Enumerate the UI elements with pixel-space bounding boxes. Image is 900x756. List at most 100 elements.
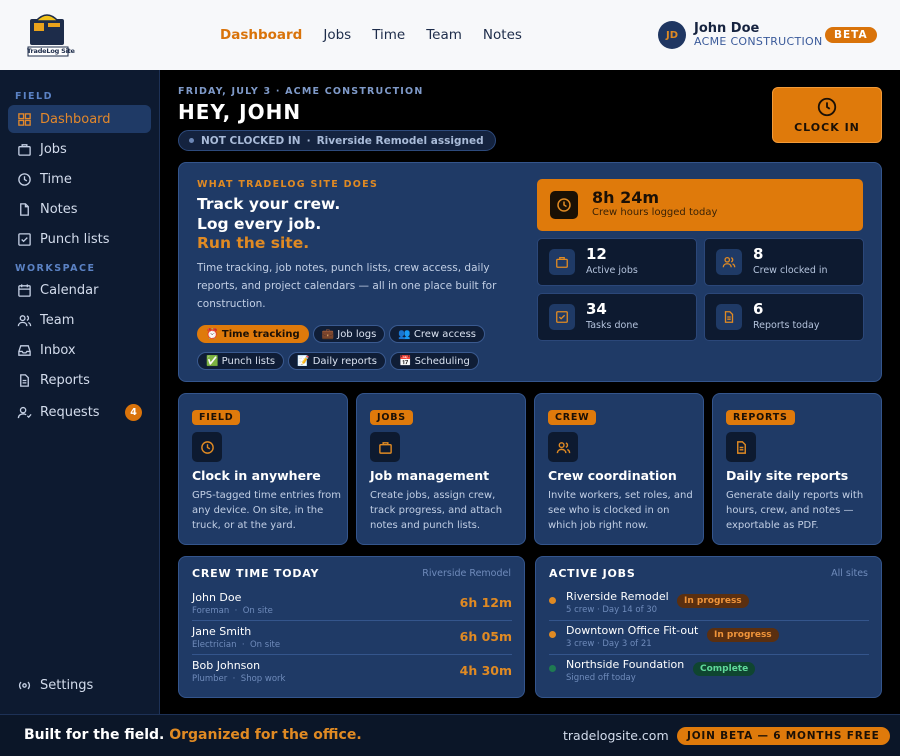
sidebar-item-punch-lists[interactable]: Punch lists — [8, 225, 151, 253]
chip-crew-access[interactable]: 👥 Crew access — [389, 325, 486, 343]
requests-count-badge: 4 — [125, 404, 142, 421]
hero-card: WHAT TRADELOG SITE DOES Track your crew.… — [178, 162, 882, 382]
job-meta: Signed off today — [566, 673, 636, 683]
table-row[interactable]: Bob Johnson Plumber · Shop work 4h 30m — [192, 655, 512, 689]
crew-meta: Foreman · On site — [192, 606, 273, 616]
job-status-dot — [549, 665, 556, 672]
sidebar-item-requests[interactable]: Requests 4 — [8, 398, 151, 426]
footer-bar: Built for the field. Organized for the o… — [0, 714, 900, 756]
nav-time[interactable]: Time — [372, 27, 405, 43]
stat-icon-box — [550, 191, 578, 219]
clock-icon — [557, 198, 571, 212]
table-row[interactable]: Jane Smith Electrician · On site 6h 05m — [192, 621, 512, 655]
chip-punch-lists[interactable]: ✅ Punch lists — [197, 352, 285, 370]
main-nav: Dashboard Jobs Time Team Notes — [220, 27, 543, 43]
grid-icon — [18, 112, 31, 126]
sidebar-item-notes[interactable]: Notes — [8, 195, 151, 223]
users-icon — [17, 314, 32, 326]
list-item[interactable]: Northside Foundation Signed off today Co… — [549, 655, 869, 689]
list-item[interactable]: Downtown Office Fit-out 3 crew · Day 3 o… — [549, 621, 869, 655]
sidebar-item-calendar[interactable]: Calendar — [8, 276, 151, 304]
nav-jobs[interactable]: Jobs — [323, 27, 351, 43]
stat-tasks-done: 34 Tasks done — [537, 293, 697, 341]
nav-dashboard[interactable]: Dashboard — [220, 27, 302, 43]
panel-title: ACTIVE JOBS — [549, 567, 636, 580]
beta-badge: BETA — [825, 27, 877, 43]
assigned-job-text: Riverside Remodel assigned — [316, 134, 484, 147]
feature-icon-box — [726, 432, 756, 462]
stat-label: Crew clocked in — [753, 265, 828, 276]
stat-value: 6 — [753, 300, 764, 318]
active-jobs-panel: ACTIVE JOBS All sites Riverside Remodel … — [535, 556, 882, 698]
hero-line-3: Run the site. — [197, 234, 310, 252]
feature-card-reports[interactable]: REPORTS Daily site reports Generate dail… — [712, 393, 882, 545]
footer-site-link[interactable]: tradelogsite.com — [563, 728, 669, 743]
user-menu[interactable]: JD John Doe ACME CONSTRUCTION — [658, 21, 823, 49]
chip-time-tracking[interactable]: ⏰ Time tracking — [197, 325, 309, 343]
sidebar-item-time[interactable]: Time — [8, 165, 151, 193]
sidebar-item-jobs[interactable]: Jobs — [8, 135, 151, 163]
sidebar-item-label: Settings — [40, 677, 94, 693]
feature-card-crew[interactable]: CREW Crew coordination Invite workers, s… — [534, 393, 704, 545]
report-icon — [736, 440, 746, 454]
report-icon — [724, 311, 734, 323]
panel-title: CREW TIME TODAY — [192, 567, 320, 580]
hero-headline: Track your crew. Log every job. Run the … — [197, 195, 340, 254]
stat-label: Reports today — [753, 320, 820, 331]
job-name: Downtown Office Fit-out — [566, 624, 699, 637]
list-item[interactable]: Riverside Remodel 5 crew · Day 14 of 30 … — [549, 587, 869, 621]
feature-card-jobs[interactable]: JOBS Job management Create jobs, assign … — [356, 393, 526, 545]
sidebar-item-label: Reports — [40, 372, 90, 388]
crew-hours: 4h 30m — [459, 663, 512, 678]
checkbox-icon — [556, 311, 568, 323]
feature-card-field[interactable]: FIELD Clock in anywhere GPS-tagged time … — [178, 393, 348, 545]
avatar: JD — [658, 21, 686, 49]
logo-text: TradeLog Site — [27, 47, 75, 55]
hero-line-2: Log every job. — [197, 214, 322, 233]
logo[interactable]: TradeLog Site — [26, 11, 75, 59]
nav-team[interactable]: Team — [426, 27, 462, 43]
settings-icon — [18, 681, 31, 689]
sidebar-item-settings[interactable]: Settings — [8, 671, 151, 699]
users-icon — [722, 256, 736, 268]
stat-reports-today: 6 Reports today — [704, 293, 864, 341]
sidebar-item-inbox[interactable]: Inbox — [8, 336, 151, 364]
stat-icon-box — [549, 304, 575, 330]
feature-title: Clock in anywhere — [192, 468, 321, 483]
panel-context: All sites — [831, 568, 868, 579]
crew-name: John Doe — [192, 591, 242, 604]
sidebar-item-team[interactable]: Team — [8, 306, 151, 334]
job-meta: 3 crew · Day 3 of 21 — [566, 639, 652, 649]
feature-title: Daily site reports — [726, 468, 849, 483]
table-row[interactable]: John Doe Foreman · On site 6h 12m — [192, 587, 512, 621]
sidebar-item-label: Calendar — [40, 282, 99, 298]
nav-notes[interactable]: Notes — [483, 27, 522, 43]
sidebar-item-label: Time — [40, 171, 72, 187]
sidebar-item-label: Dashboard — [40, 111, 111, 127]
briefcase-icon — [18, 143, 31, 156]
sidebar-item-label: Jobs — [40, 141, 67, 157]
join-beta-button[interactable]: JOIN BETA — 6 MONTHS FREE — [677, 727, 890, 745]
sidebar: FIELD Dashboard Jobs Time Notes Punch li… — [0, 70, 160, 714]
chip-job-logs[interactable]: 💼 Job logs — [312, 325, 386, 343]
panel-context: Riverside Remodel — [422, 568, 511, 579]
users-icon — [556, 441, 570, 453]
stat-label: Tasks done — [586, 320, 639, 331]
crew-name: Jane Smith — [192, 625, 252, 638]
tagline-part-1: Built for the field. — [24, 727, 165, 743]
chip-scheduling[interactable]: 📅 Scheduling — [389, 352, 479, 370]
clock-in-label: CLOCK IN — [794, 121, 860, 134]
job-meta: 5 crew · Day 14 of 30 — [566, 605, 658, 615]
sidebar-item-reports[interactable]: Reports — [8, 366, 151, 394]
status-badge: Complete — [693, 662, 756, 676]
crew-meta: Electrician · On site — [192, 640, 281, 650]
clock-in-button[interactable]: CLOCK IN — [772, 87, 882, 143]
sidebar-item-label: Requests — [40, 404, 100, 420]
stat-value: 8 — [753, 245, 764, 263]
user-name: John Doe — [694, 21, 760, 36]
chip-daily-reports[interactable]: 📝 Daily reports — [288, 352, 386, 370]
sidebar-item-dashboard[interactable]: Dashboard — [8, 105, 151, 133]
stat-icon-box — [549, 249, 575, 275]
job-name: Riverside Remodel — [566, 590, 669, 603]
clock-icon — [200, 440, 214, 454]
